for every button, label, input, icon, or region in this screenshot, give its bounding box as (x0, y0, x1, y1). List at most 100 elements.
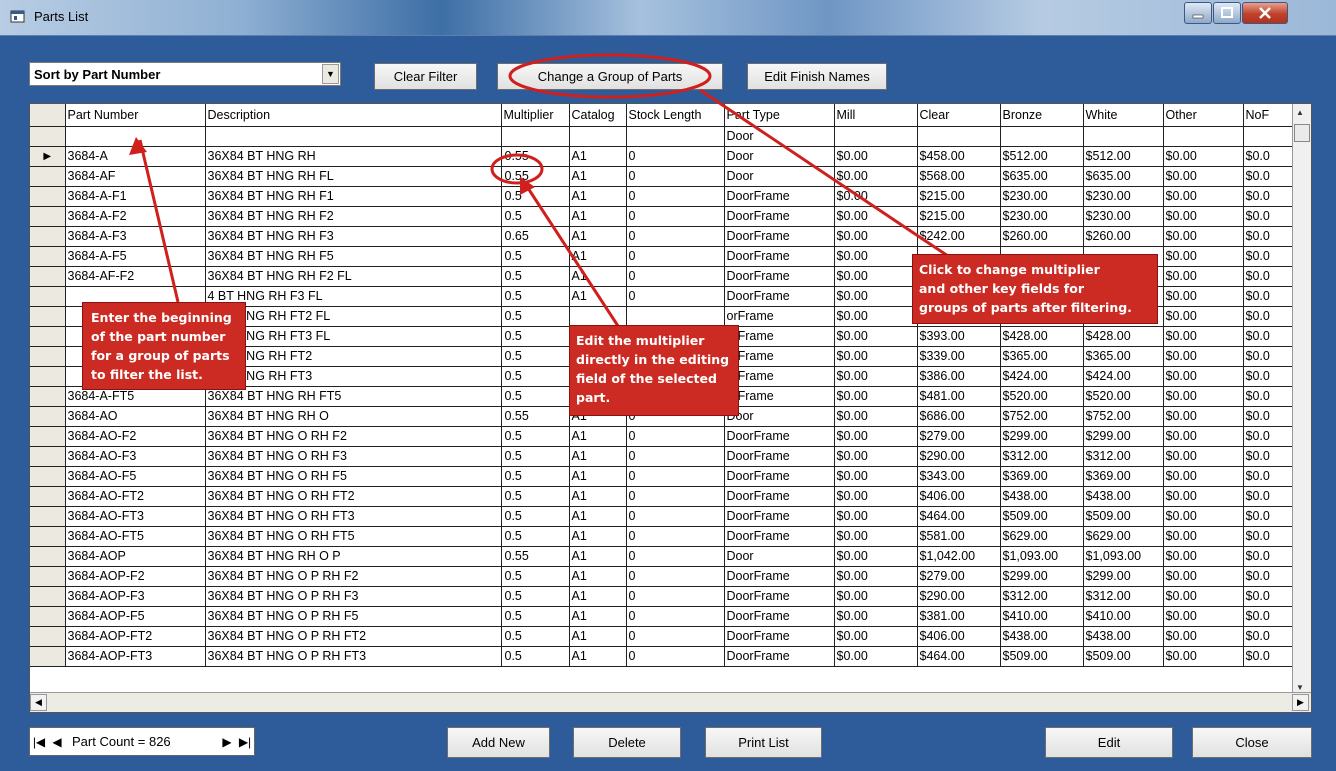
cell-nof[interactable]: $0.0 (1243, 206, 1293, 227)
cell-description[interactable]: 36X84 BT HNG RH F2 FL (205, 266, 502, 287)
cell-description[interactable]: 36X84 BT HNG O RH FT3 (205, 506, 502, 527)
cell-white[interactable]: $629.00 (1083, 526, 1164, 547)
edit-finish-names-button[interactable]: Edit Finish Names (747, 63, 887, 90)
cell-mill[interactable]: $0.00 (834, 426, 918, 447)
cell-stock-length[interactable]: 0 (626, 146, 725, 167)
cell-multiplier[interactable]: 0.5 (501, 606, 570, 627)
minimize-button[interactable] (1184, 2, 1212, 24)
cell-bronze[interactable]: $520.00 (1000, 386, 1084, 407)
cell-description[interactable]: 36X84 BT HNG O RH F2 (205, 426, 502, 447)
cell-nof[interactable]: $0.0 (1243, 286, 1293, 307)
cell-white[interactable]: $752.00 (1083, 406, 1164, 427)
column-header-clear[interactable]: Clear (917, 104, 1001, 127)
cell-clear[interactable]: $581.00 (917, 526, 1001, 547)
cell-mill[interactable]: $0.00 (834, 646, 918, 667)
cell-description[interactable]: 36X84 BT HNG RH F1 (205, 186, 502, 207)
first-record-icon[interactable]: |◀ (30, 731, 48, 753)
row-selector[interactable] (30, 186, 66, 207)
column-header-other[interactable]: Other (1163, 104, 1244, 127)
cell-nof[interactable]: $0.0 (1243, 186, 1293, 207)
cell-nof[interactable]: $0.0 (1243, 246, 1293, 267)
cell-part-number[interactable]: 3684-AO-FT5 (65, 526, 206, 547)
row-selector[interactable] (30, 466, 66, 487)
cell-bronze[interactable]: $410.00 (1000, 606, 1084, 627)
cell-nof[interactable]: $0.0 (1243, 326, 1293, 347)
cell-catalog[interactable]: A1 (569, 226, 627, 247)
cell-part-type[interactable]: DoorFrame (724, 586, 835, 607)
row-selector[interactable] (30, 166, 66, 187)
scroll-left-icon[interactable]: ◀ (30, 694, 47, 711)
cell-part-type[interactable]: DoorFrame (724, 266, 835, 287)
cell-description[interactable]: 36X84 BT HNG RH F3 (205, 226, 502, 247)
table-row[interactable]: ▶ 3684-A 36X84 BT HNG RH 0.55 A1 0 Door $0.00 $4… (30, 146, 1293, 167)
cell-mill[interactable]: $0.00 (834, 606, 918, 627)
cell-other[interactable]: $0.00 (1163, 546, 1244, 567)
cell-description[interactable]: 4 BT HNG RH FT3 (205, 366, 502, 387)
cell-part-number[interactable]: 3684-AF (65, 166, 206, 187)
cell-multiplier[interactable]: 0.5 (501, 646, 570, 667)
table-row[interactable]: 3684-AOP 36X84 BT HNG RH O P 0.55 A1 0 Door $0… (30, 546, 1293, 567)
cell-white[interactable]: $312.00 (1083, 446, 1164, 467)
cell-clear[interactable]: $343.00 (917, 466, 1001, 487)
cell-catalog[interactable]: A1 (569, 626, 627, 647)
cell-part-type[interactable]: DoorFrame (724, 426, 835, 447)
cell-bronze[interactable]: $260.00 (1000, 226, 1084, 247)
vertical-scrollbar[interactable]: ▲ ▼ (1292, 104, 1311, 694)
cell-other[interactable]: $0.00 (1163, 606, 1244, 627)
cell-bronze[interactable]: $438.00 (1000, 626, 1084, 647)
cell-part-type[interactable]: Door (724, 406, 835, 427)
cell-multiplier[interactable]: 0.5 (501, 186, 570, 207)
cell-multiplier[interactable]: 0.5 (501, 266, 570, 287)
maximize-button[interactable] (1213, 2, 1241, 24)
column-header-catalog[interactable]: Catalog (569, 104, 627, 127)
cell-clear[interactable]: $339.00 (917, 346, 1001, 367)
cell-part-number[interactable]: 3684-AO-F5 (65, 466, 206, 487)
cell-other[interactable]: $0.00 (1163, 186, 1244, 207)
edit-button[interactable]: Edit (1045, 727, 1173, 758)
row-selector[interactable] (30, 446, 66, 467)
cell-other[interactable]: $0.00 (1163, 146, 1244, 167)
cell-nof[interactable]: $0.0 (1243, 306, 1293, 327)
cell-part-number[interactable]: 3684-AO-F2 (65, 426, 206, 447)
cell-part-number[interactable]: 3684-AO-FT3 (65, 506, 206, 527)
cell-bronze[interactable]: $312.00 (1000, 586, 1084, 607)
cell-catalog[interactable]: A1 (569, 206, 627, 227)
column-header-white[interactable]: White (1083, 104, 1164, 127)
cell-nof[interactable]: $0.0 (1243, 466, 1293, 487)
cell-stock-length[interactable]: 0 (626, 646, 725, 667)
cell-multiplier[interactable]: 0.5 (501, 286, 570, 307)
cell-nof[interactable]: $0.0 (1243, 546, 1293, 567)
cell-part-number[interactable]: 3684-A-F5 (65, 246, 206, 267)
cell-mill[interactable]: $0.00 (834, 226, 918, 247)
cell-mill[interactable]: $0.00 (834, 286, 918, 307)
cell-multiplier[interactable]: 0.5 (501, 466, 570, 487)
cell-nof[interactable]: $0.0 (1243, 486, 1293, 507)
cell-bronze[interactable]: $230.00 (1000, 186, 1084, 207)
cell-part-number[interactable]: 3684-AF-F2 (65, 266, 206, 287)
cell-part-type[interactable]: DoorFrame (724, 246, 835, 267)
cell-bronze[interactable]: $369.00 (1000, 466, 1084, 487)
cell-multiplier[interactable]: 0.55 (501, 166, 570, 187)
cell-bronze[interactable]: $438.00 (1000, 486, 1084, 507)
cell-other[interactable]: $0.00 (1163, 326, 1244, 347)
cell-catalog[interactable]: A1 (569, 186, 627, 207)
row-selector[interactable] (30, 626, 66, 647)
cell-white[interactable]: $520.00 (1083, 386, 1164, 407)
cell-clear[interactable]: $279.00 (917, 566, 1001, 587)
cell-part-type[interactable]: orFrame (724, 346, 835, 367)
cell-part-number[interactable]: 3684-AOP-F2 (65, 566, 206, 587)
cell-mill[interactable]: $0.00 (834, 546, 918, 567)
cell-description[interactable]: 36X84 BT HNG O RH F5 (205, 466, 502, 487)
cell-description[interactable]: 36X84 BT HNG RH FL (205, 166, 502, 187)
filter-cell-part-type[interactable]: Door (724, 126, 835, 147)
cell-description[interactable]: 36X84 BT HNG O P RH F5 (205, 606, 502, 627)
cell-clear[interactable]: $686.00 (917, 406, 1001, 427)
row-selector[interactable] (30, 266, 66, 287)
cell-mill[interactable]: $0.00 (834, 146, 918, 167)
cell-part-number[interactable]: 3684-AO (65, 406, 206, 427)
cell-part-number[interactable]: 3684-A-F1 (65, 186, 206, 207)
row-selector[interactable] (30, 246, 66, 267)
cell-mill[interactable]: $0.00 (834, 206, 918, 227)
cell-bronze[interactable]: $512.00 (1000, 146, 1084, 167)
cell-bronze[interactable]: $424.00 (1000, 366, 1084, 387)
